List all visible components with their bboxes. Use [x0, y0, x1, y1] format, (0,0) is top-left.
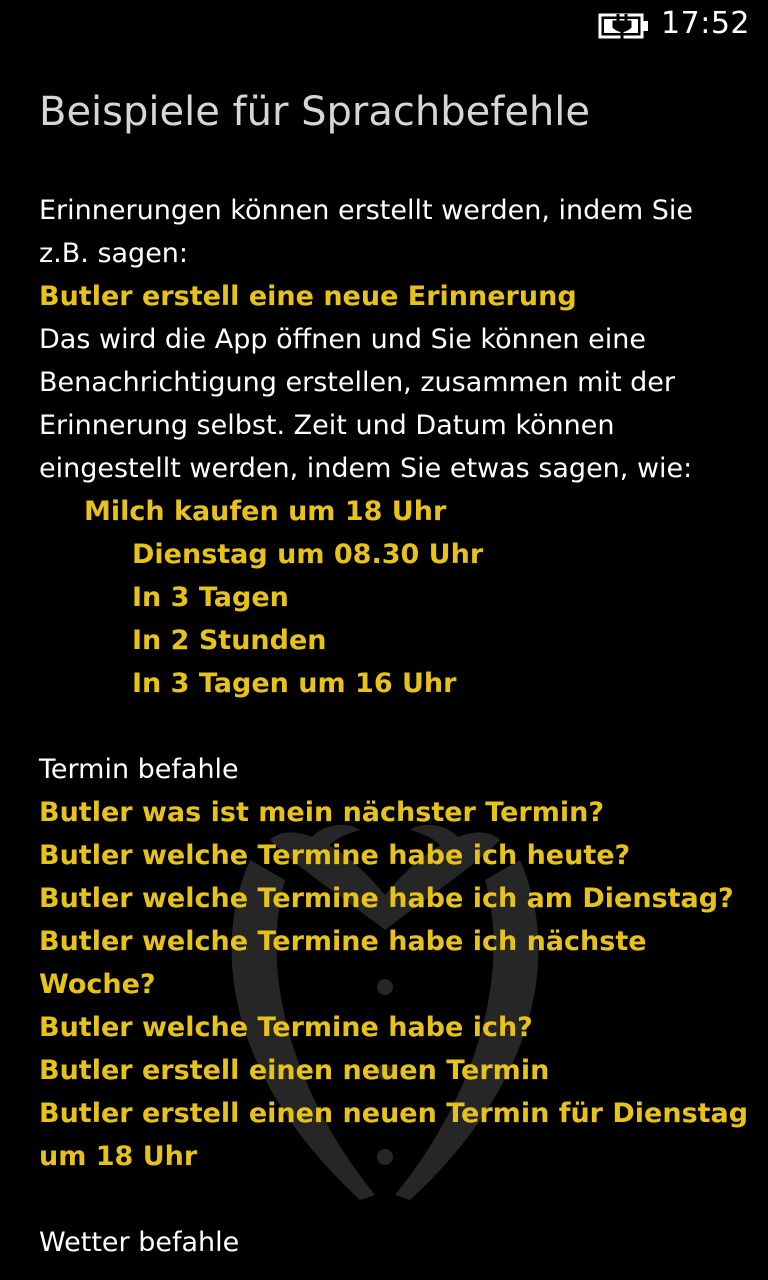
reminders-description-line: eingestellt werden, indem Sie etwas sage… [39, 453, 693, 484]
section-spacer [39, 1178, 739, 1221]
appointment-command: Butler welche Termine habe ich? [39, 1012, 533, 1043]
content: Erinnerungen können erstellt werden, ind… [39, 189, 749, 1264]
reminder-command: Butler erstell eine neue Erinnerung [39, 281, 577, 312]
reminder-time-example: In 3 Tagen um 16 Uhr [132, 668, 457, 699]
appointment-command: um 18 Uhr [39, 1141, 198, 1172]
reminder-time-example: Dienstag um 08.30 Uhr [132, 539, 484, 570]
status-time: 17:52 [661, 6, 750, 41]
page-title: Beispiele für Sprachbefehle [39, 89, 590, 135]
reminder-time-example: In 3 Tagen [132, 582, 289, 613]
appointment-command: Woche? [39, 969, 156, 1000]
status-bar: 17:52 [0, 0, 768, 50]
appointment-command: Butler erstell einen neuen Termin [39, 1055, 550, 1086]
weather-heading: Wetter befahle [39, 1227, 240, 1258]
appointment-command: Butler erstell einen neuen Termin für Di… [39, 1098, 749, 1129]
appointment-command: Butler welche Termine habe ich am Dienst… [39, 883, 734, 914]
reminders-intro-line: z.B. sagen: [39, 238, 189, 269]
reminders-description-line: Das wird die App öffnen und Sie können e… [39, 324, 646, 355]
appointment-command: Butler was ist mein nächster Termin? [39, 797, 604, 828]
appointment-command: Butler welche Termine habe ich nächste [39, 926, 647, 957]
appointments-heading: Termin befahle [39, 754, 239, 785]
reminders-description-line: Benachrichtigung erstellen, zusammen mit… [39, 367, 675, 398]
reminders-description-line: Erinnerung selbst. Zeit und Datum können [39, 410, 615, 441]
battery-charging-icon [598, 13, 648, 39]
reminder-example-main: Milch kaufen um 18 Uhr [84, 496, 447, 527]
appointment-command: Butler welche Termine habe ich heute? [39, 840, 631, 871]
section-spacer [39, 705, 739, 748]
reminder-time-example: In 2 Stunden [132, 625, 327, 656]
reminders-intro-line: Erinnerungen können erstellt werden, ind… [39, 195, 693, 226]
